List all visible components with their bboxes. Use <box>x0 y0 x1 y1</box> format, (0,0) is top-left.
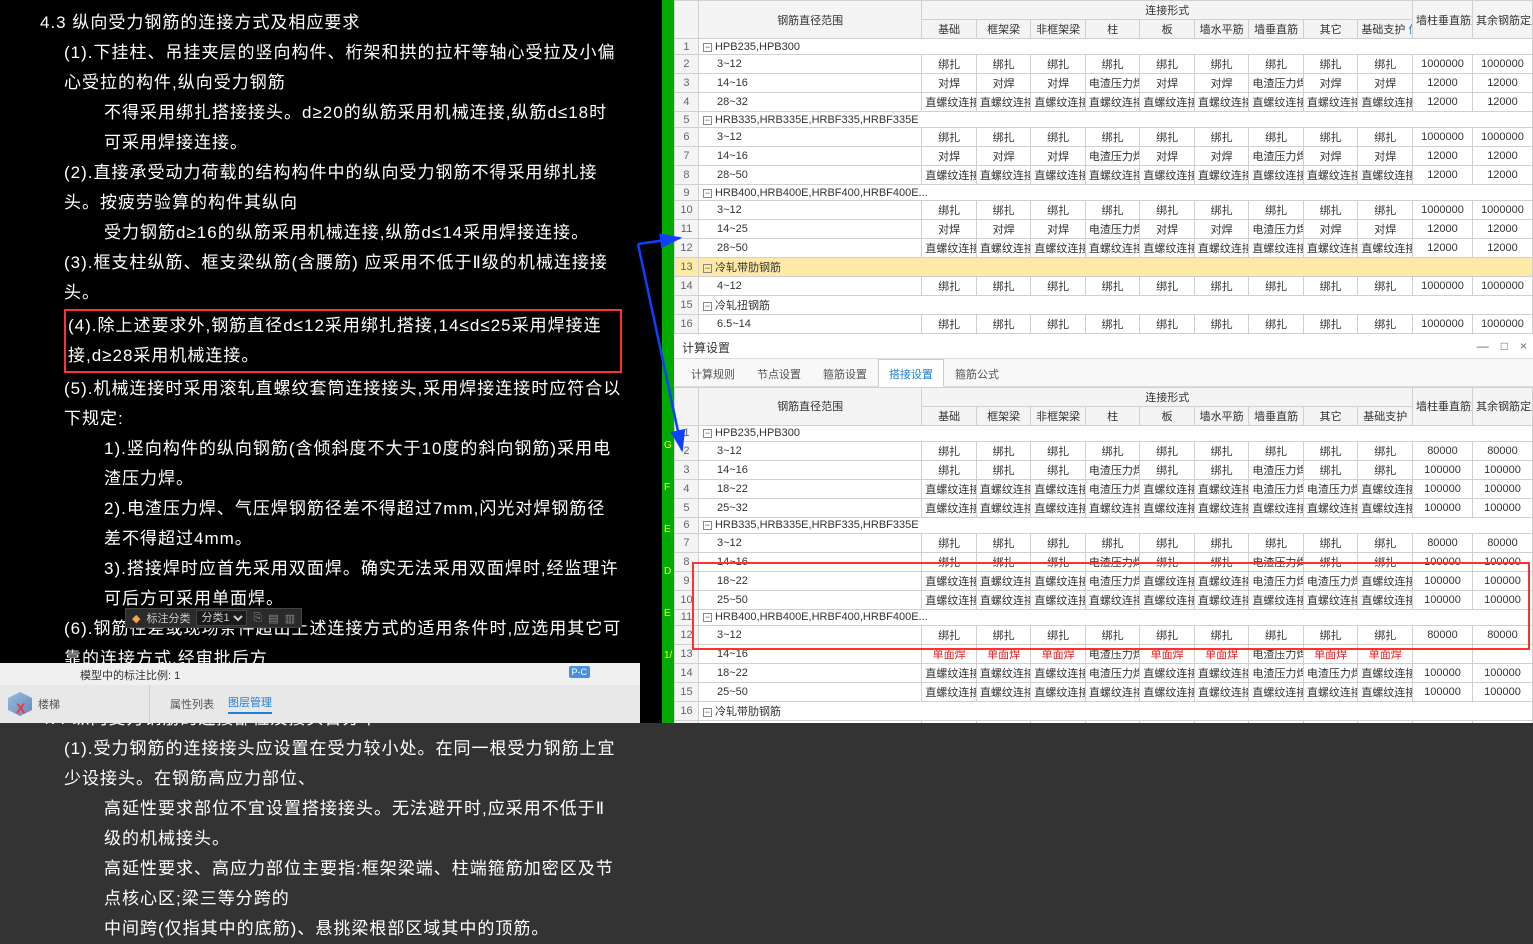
toolbar-icon[interactable]: ▤ <box>268 612 278 625</box>
cad-text-line: 中间跨(仅指其中的底筋)、悬挑梁根部区域其中的顶筋。 <box>40 914 622 944</box>
cad-text-line: (5).机械连接时采用滚轧直螺纹套筒连接接头,采用焊接连接时应符合以下规定: <box>40 374 622 434</box>
table-row[interactable]: 73~12绑扎绑扎绑扎绑扎绑扎绑扎绑扎绑扎绑扎8000080000 <box>675 533 1533 552</box>
toolbar-label: 标注分类 <box>146 610 190 626</box>
table-row[interactable]: 16−冷轧带肋钢筋 <box>675 701 1533 720</box>
table-row[interactable]: 314~16绑扎绑扎绑扎电渣压力焊绑扎绑扎电渣压力焊绑扎绑扎1000001000… <box>675 460 1533 479</box>
cad-text-line: 不得采用绑扎搭接接头。d≥20的纵筋采用机械连接,纵筋d≤18时可采用焊接连接。 <box>40 98 622 158</box>
bottom-grid-panel[interactable]: 钢筋直径范围连接形式墙柱垂直筋定尺其余钢筋定尺基础框架梁非框架梁柱板墙水平筋墙垂… <box>674 387 1533 724</box>
ruler-strip: GFEDE1/ <box>662 0 674 723</box>
cad-text-line: 高延性要求部位不宜设置搭接接头。无法避开时,应采用不低于Ⅱ级的机械接头。 <box>40 794 622 854</box>
tab-layers[interactable]: 图层管理 <box>228 694 272 714</box>
dialog-title-label: 计算设置 <box>682 339 730 356</box>
cad-viewport[interactable]: 4.3 纵向受力钢筋的连接方式及相应要求(1).下挂柱、吊挂夹层的竖向构件、桁架… <box>0 0 662 723</box>
table-row[interactable]: 123~12绑扎绑扎绑扎绑扎绑扎绑扎绑扎绑扎绑扎8000080000 <box>675 625 1533 644</box>
cad-annotation-toolbar[interactable]: ◆ 标注分类 分类1 ⎘ ▤ ▥ <box>125 608 302 628</box>
table-row[interactable]: 63~12绑扎绑扎绑扎绑扎绑扎绑扎绑扎绑扎绑扎10000001000000 <box>675 128 1533 147</box>
table-row[interactable]: 13−冷轧带肋钢筋 <box>675 258 1533 277</box>
table-row[interactable]: 418~22直螺纹连接直螺纹连接直螺纹连接电渣压力焊直螺纹连接直螺纹连接电渣压力… <box>675 479 1533 498</box>
toolbar-icon[interactable]: ▥ <box>285 612 295 625</box>
table-row[interactable]: 1314~16单面焊单面焊单面焊电渣压力焊单面焊单面焊电渣压力焊单面焊单面焊 <box>675 644 1533 663</box>
table-row[interactable]: 144~12绑扎绑扎绑扎绑扎绑扎绑扎绑扎绑扎绑扎10000001000000 <box>675 277 1533 296</box>
table-row[interactable]: 428~32直螺纹连接直螺纹连接直螺纹连接直螺纹连接直螺纹连接直螺纹连接直螺纹连… <box>675 93 1533 112</box>
table-row[interactable]: 103~12绑扎绑扎绑扎绑扎绑扎绑扎绑扎绑扎绑扎10000001000000 <box>675 201 1533 220</box>
tab-properties[interactable]: 属性列表 <box>170 696 214 712</box>
maximize-icon[interactable]: □ <box>1501 339 1508 353</box>
table-row[interactable]: 814~16绑扎绑扎绑扎电渣压力焊绑扎绑扎电渣压力焊绑扎绑扎1000001000… <box>675 552 1533 571</box>
dialog-titlebar[interactable]: 计算设置 — □ × <box>674 337 1533 359</box>
cad-text-line: (1).下挂柱、吊挂夹层的竖向构件、桁架和拱的拉杆等轴心受拉及小偏心受拉的构件,… <box>40 38 622 98</box>
cad-text-line: 1).竖向构件的纵向钢筋(含倾斜度不大于10度的斜向钢筋)采用电渣压力焊。 <box>40 434 622 494</box>
settings-tabs[interactable]: 计算规则节点设置箍筋设置搭接设置箍筋公式 <box>674 359 1533 387</box>
table-row[interactable]: 15−冷轧扭钢筋 <box>675 296 1533 315</box>
table-row[interactable]: 23~12绑扎绑扎绑扎绑扎绑扎绑扎绑扎绑扎绑扎8000080000 <box>675 441 1533 460</box>
table-row[interactable]: 1228~50直螺纹连接直螺纹连接直螺纹连接直螺纹连接直螺纹连接直螺纹连接直螺纹… <box>675 239 1533 258</box>
error-x-icon: X <box>16 700 25 716</box>
toolbar-icon[interactable]: ⎘ <box>253 612 262 625</box>
tab-1[interactable]: 节点设置 <box>746 359 812 386</box>
cad-status-bar: 模型中的标注比例: 1 P-C <box>0 663 640 685</box>
table-row[interactable]: 714~16对焊对焊对焊电渣压力焊对焊对焊电渣压力焊对焊对焊1200012000 <box>675 147 1533 166</box>
cad-text-line: 2).电渣压力焊、气压焊钢筋径差不得超过7mm,闪光对焊钢筋径差不得超过4mm。 <box>40 494 622 554</box>
table-row[interactable]: 828~50直螺纹连接直螺纹连接直螺纹连接直螺纹连接直螺纹连接直螺纹连接直螺纹连… <box>675 166 1533 185</box>
cad-text-line: 受力钢筋d≥16的纵筋采用机械连接,纵筋d≤14采用焊接连接。 <box>40 218 622 248</box>
table-row[interactable]: 23~12绑扎绑扎绑扎绑扎绑扎绑扎绑扎绑扎绑扎10000001000000 <box>675 55 1533 74</box>
cad-text-line: 高延性要求、高应力部位主要指:框架梁端、柱端箍筋加密区及节点核心区;梁三等分跨的 <box>40 854 622 914</box>
table-row[interactable]: 9−HRB400,HRB400E,HRBF400,HRBF400E... <box>675 185 1533 201</box>
table-row[interactable]: 525~32直螺纹连接直螺纹连接直螺纹连接直螺纹连接直螺纹连接直螺纹连接直螺纹连… <box>675 498 1533 517</box>
category-dropdown[interactable]: 分类1 <box>196 610 247 626</box>
tab-0[interactable]: 计算规则 <box>680 359 746 386</box>
bottom-panel: 楼梯 属性列表 图层管理 <box>0 685 640 723</box>
table-row[interactable]: 5−HRB335,HRB335E,HRBF335,HRBF335E <box>675 112 1533 128</box>
minimize-icon[interactable]: — <box>1477 339 1489 353</box>
tab-3[interactable]: 搭接设置 <box>878 359 944 387</box>
top-grid-panel[interactable]: 钢筋直径范围连接形式墙柱垂直筋定尺其余钢筋定尺基础框架梁非框架梁柱板墙水平筋墙垂… <box>674 0 1533 337</box>
table-row[interactable]: 918~22直螺纹连接直螺纹连接直螺纹连接电渣压力焊直螺纹连接直螺纹连接电渣压力… <box>675 571 1533 590</box>
tab-2[interactable]: 箍筋设置 <box>812 359 878 386</box>
table-row[interactable]: 1418~22直螺纹连接直螺纹连接直螺纹连接电渣压力焊直螺纹连接直螺纹连接电渣压… <box>675 663 1533 682</box>
rebar-splice-table-bottom[interactable]: 钢筋直径范围连接形式墙柱垂直筋定尺其余钢筋定尺基础框架梁非框架梁柱板墙水平筋墙垂… <box>674 387 1533 724</box>
table-row[interactable]: 1−HPB235,HPB300 <box>675 425 1533 441</box>
cad-text-line: (4).除上述要求外,钢筋直径d≤12采用绑扎搭接,14≤d≤25采用焊接连接,… <box>40 308 622 374</box>
table-row[interactable]: 1114~25对焊对焊对焊电渣压力焊对焊对焊电渣压力焊对焊对焊120001200… <box>675 220 1533 239</box>
cad-text-line: 3).搭接焊时应首先采用双面焊。确实无法采用双面焊时,经监理许可后方可采用单面焊… <box>40 554 622 614</box>
cad-text-line: (3).框支柱纵筋、框支梁纵筋(含腰筋) 应采用不低于Ⅱ级的机械连接接头。 <box>40 248 622 308</box>
tab-4[interactable]: 箍筋公式 <box>944 359 1010 386</box>
table-row[interactable]: 1525~50直螺纹连接直螺纹连接直螺纹连接直螺纹连接直螺纹连接直螺纹连接直螺纹… <box>675 682 1533 701</box>
right-panels: 钢筋直径范围连接形式墙柱垂直筋定尺其余钢筋定尺基础框架梁非框架梁柱板墙水平筋墙垂… <box>674 0 1533 723</box>
cad-text-line: (1).受力钢筋的连接接头应设置在受力较小处。在同一根受力钢筋上宜少设接头。在钢… <box>40 734 622 794</box>
table-row[interactable]: 166.5~14绑扎绑扎绑扎绑扎绑扎绑扎绑扎绑扎绑扎10000001000000 <box>675 315 1533 334</box>
close-icon[interactable]: × <box>1520 339 1527 353</box>
table-row[interactable]: 1−HPB235,HPB300 <box>675 39 1533 55</box>
status-badge: P-C <box>569 666 591 678</box>
cad-text-line: 4.3 纵向受力钢筋的连接方式及相应要求 <box>40 8 622 38</box>
table-row[interactable]: 6−HRB335,HRB335E,HRBF335,HRBF335E <box>675 517 1533 533</box>
rebar-splice-table-top[interactable]: 钢筋直径范围连接形式墙柱垂直筋定尺其余钢筋定尺基础框架梁非框架梁柱板墙水平筋墙垂… <box>674 0 1533 334</box>
table-row[interactable]: 314~16对焊对焊对焊电渣压力焊对焊对焊电渣压力焊对焊对焊1200012000 <box>675 74 1533 93</box>
table-row[interactable]: 1025~50直螺纹连接直螺纹连接直螺纹连接直螺纹连接直螺纹连接直螺纹连接直螺纹… <box>675 590 1533 609</box>
cad-drawing-text: 4.3 纵向受力钢筋的连接方式及相应要求(1).下挂柱、吊挂夹层的竖向构件、桁架… <box>0 0 662 944</box>
tag-icon: ◆ <box>132 612 140 625</box>
cad-text-line: (2).直接承受动力荷载的结构构件中的纵向受力钢筋不得采用绑扎接头。按疲劳验算的… <box>40 158 622 218</box>
table-row[interactable]: 11−HRB400,HRB400E,HRBF400,HRBF400E... <box>675 609 1533 625</box>
